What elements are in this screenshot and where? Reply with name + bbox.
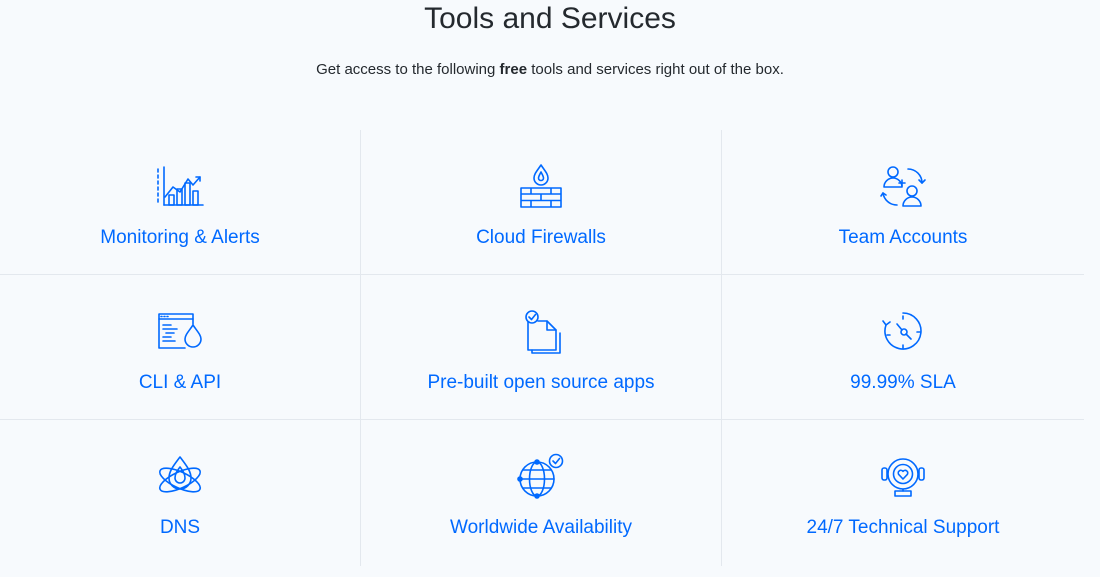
feature-team-accounts[interactable]: Team Accounts	[722, 130, 1084, 275]
feature-label: CLI & API	[138, 372, 222, 393]
cli-api-icon	[154, 307, 206, 355]
feature-label: Team Accounts	[838, 227, 968, 248]
feature-label: Monitoring & Alerts	[100, 227, 260, 248]
feature-cloud-firewalls[interactable]: Cloud Firewalls	[361, 130, 722, 275]
feature-technical-support[interactable]: 24/7 Technical Support	[722, 420, 1084, 566]
feature-label: Pre-built open source apps	[427, 372, 655, 393]
dns-icon	[154, 452, 206, 500]
feature-label: Cloud Firewalls	[476, 227, 606, 248]
feature-label: Worldwide Availability	[450, 517, 632, 538]
feature-open-source-apps[interactable]: Pre-built open source apps	[361, 275, 722, 420]
firewall-icon	[515, 162, 567, 210]
support-icon	[877, 452, 929, 500]
features-grid: Monitoring & Alerts Cloud Firewalls Team…	[0, 130, 1084, 566]
page-subtitle: Get access to the following free tools a…	[0, 60, 1100, 80]
chart-icon	[154, 162, 206, 210]
feature-label: 99.99% SLA	[850, 372, 956, 393]
tools-services-section: Tools and Services Get access to the fol…	[0, 0, 1100, 577]
globe-icon	[515, 452, 567, 500]
document-icon	[515, 307, 567, 355]
feature-label: DNS	[159, 517, 201, 538]
subtitle-text-after: tools and services right out of the box.	[527, 61, 784, 78]
feature-dns[interactable]: DNS	[0, 420, 361, 566]
feature-label: 24/7 Technical Support	[806, 517, 1000, 538]
subtitle-bold: free	[499, 61, 528, 78]
feature-cli-api[interactable]: CLI & API	[0, 275, 361, 420]
team-icon	[877, 162, 929, 210]
subtitle-text-before: Get access to the following	[316, 61, 500, 78]
clock-icon	[877, 307, 929, 355]
feature-monitoring-alerts[interactable]: Monitoring & Alerts	[0, 130, 361, 275]
feature-sla[interactable]: 99.99% SLA	[722, 275, 1084, 420]
page-title: Tools and Services	[424, 2, 676, 35]
feature-worldwide-availability[interactable]: Worldwide Availability	[361, 420, 722, 566]
